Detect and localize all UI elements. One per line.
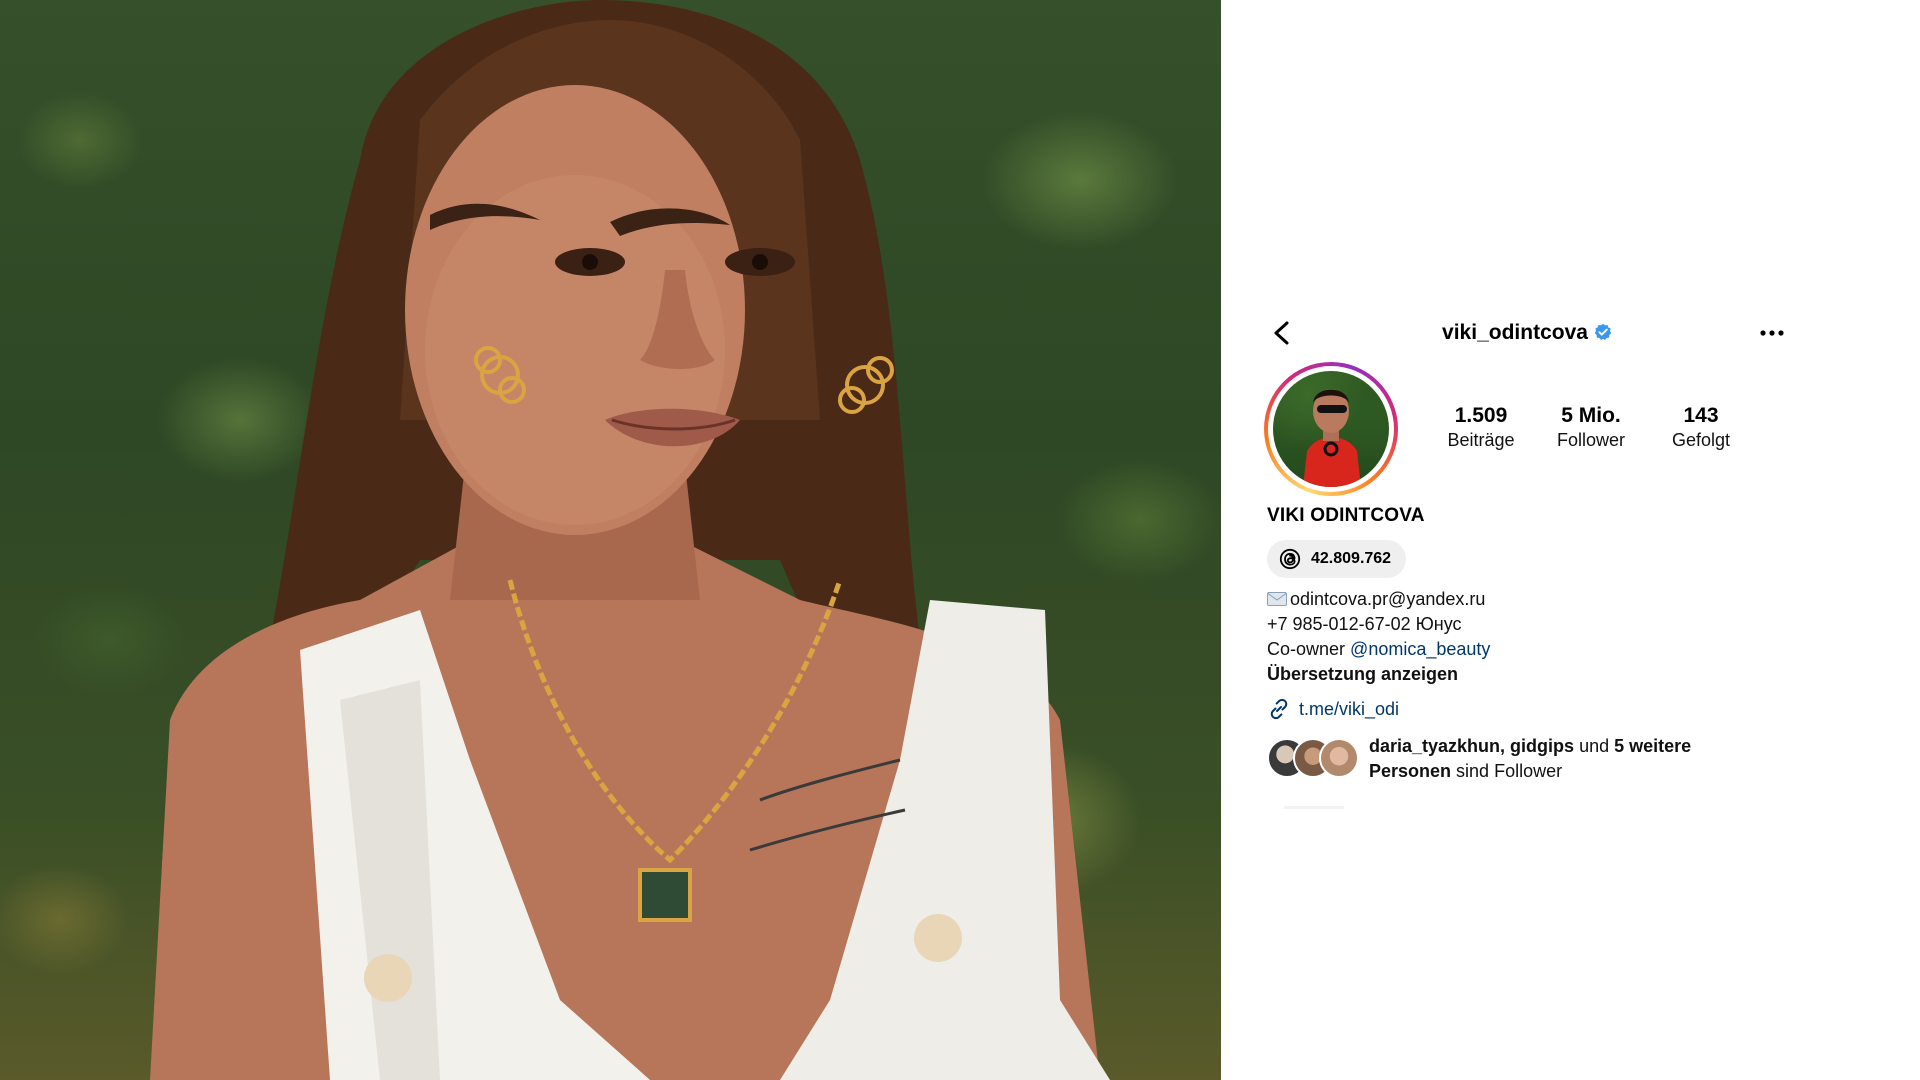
- threads-badge-button[interactable]: 42.809.762: [1267, 540, 1407, 578]
- followed-by-connector: und: [1579, 736, 1610, 756]
- bio-email[interactable]: odintcova.pr@yandex.ru: [1290, 589, 1485, 609]
- envelope-icon: [1267, 592, 1287, 606]
- portrait-image: [150, 0, 1110, 1080]
- external-link[interactable]: t.me/viki_odi: [1267, 697, 1399, 721]
- stat-following-label: Gefolgt: [1671, 430, 1731, 450]
- profile-header: viki_odintcova: [1267, 316, 1787, 352]
- bio-coowner-line: Co-owner @nomica_beauty: [1267, 637, 1490, 662]
- followed-by-people: Personen: [1369, 761, 1452, 781]
- stat-posts-count: 1.509: [1454, 404, 1508, 427]
- followed-by-text: daria_tyazkhun, gidgips und 5 weitere Pe…: [1369, 734, 1729, 784]
- bio-mention-link[interactable]: @nomica_beauty: [1350, 639, 1490, 659]
- stat-followers-label: Follower: [1556, 430, 1626, 450]
- more-options-button[interactable]: [1757, 320, 1787, 346]
- bio-coowner-prefix: Co-owner: [1267, 639, 1346, 659]
- stat-posts-label: Beiträge: [1447, 430, 1515, 450]
- followed-by[interactable]: daria_tyazkhun, gidgips und 5 weitere Pe…: [1267, 734, 1729, 784]
- verified-badge-icon: [1594, 323, 1612, 340]
- profile-bio: odintcova.pr@yandex.ru +7 985-012-67-02 …: [1267, 587, 1490, 687]
- more-horizontal-icon: [1760, 330, 1784, 336]
- link-icon: [1270, 698, 1288, 720]
- bio-email-line: odintcova.pr@yandex.ru: [1267, 587, 1490, 612]
- followed-by-more: 5 weitere: [1614, 736, 1692, 756]
- threads-icon: [1279, 548, 1301, 570]
- profile-photo: [0, 0, 1221, 1080]
- avatar-story-ring[interactable]: [1264, 362, 1398, 496]
- stat-following[interactable]: 143 Gefolgt: [1651, 404, 1751, 452]
- profile-panel: viki_odintcova 1.509 Beiträge 5 Mio. Fol…: [1221, 0, 1920, 1080]
- threads-count: 42.809.762: [1311, 550, 1392, 567]
- bio-phone: +7 985-012-67-02 Юнус: [1267, 614, 1462, 634]
- full-name: VIKI ODINTCOVA: [1267, 505, 1425, 526]
- avatar: [1273, 371, 1389, 487]
- follower-avatar: [1319, 738, 1359, 778]
- stat-followers-count: 5 Mio.: [1561, 404, 1621, 427]
- divider: [1284, 806, 1344, 809]
- followed-by-names: daria_tyazkhun, gidgips: [1369, 736, 1575, 756]
- stat-following-count: 143: [1683, 404, 1719, 427]
- avatar-image: [1303, 389, 1361, 487]
- external-link-text: t.me/viki_odi: [1299, 698, 1400, 719]
- show-translation-button[interactable]: Übersetzung anzeigen: [1267, 662, 1490, 687]
- username: viki_odintcova: [1442, 321, 1588, 344]
- stat-followers[interactable]: 5 Mio. Follower: [1541, 404, 1641, 452]
- username-title: viki_odintcova: [1267, 321, 1787, 345]
- profile-stats: 1.509 Beiträge 5 Mio. Follower 143 Gefol…: [1431, 404, 1751, 452]
- followed-by-suffix: sind Follower: [1456, 761, 1563, 781]
- follower-avatars: [1267, 734, 1363, 778]
- stat-posts[interactable]: 1.509 Beiträge: [1431, 404, 1531, 452]
